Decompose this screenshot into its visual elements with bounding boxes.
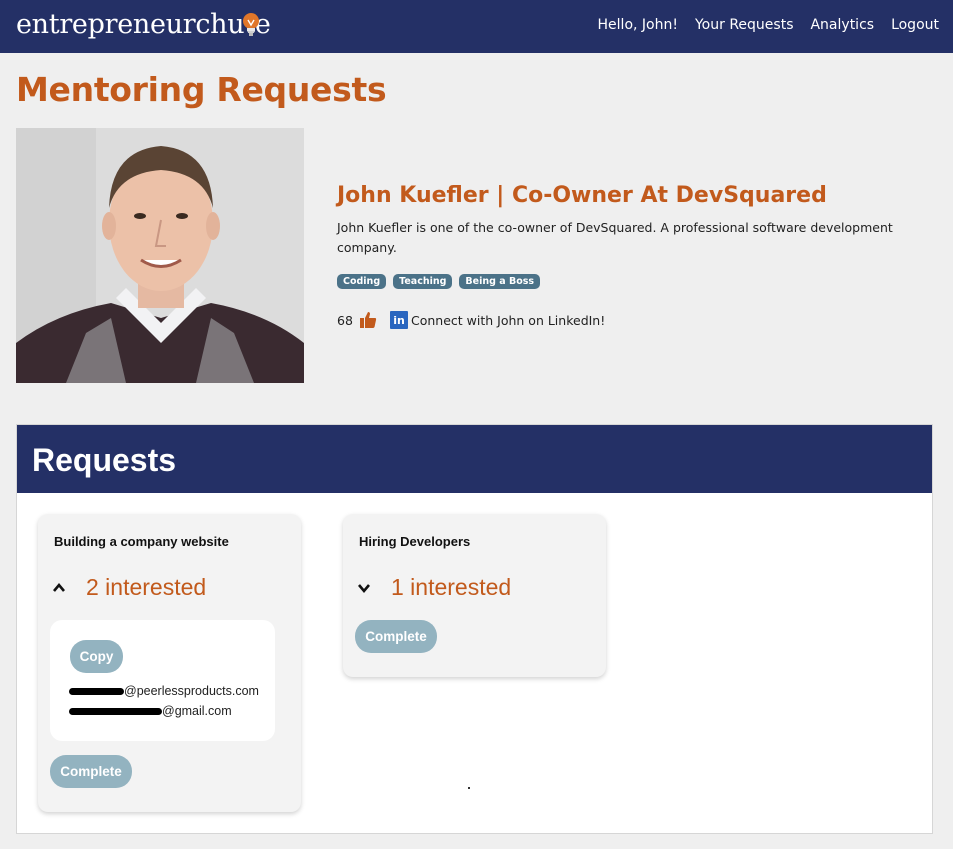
page-title: Mentoring Requests [16, 70, 387, 109]
request-title: Building a company website [54, 534, 229, 549]
interest-toggle[interactable]: 1 interested [357, 574, 511, 601]
chevron-down-icon[interactable] [357, 581, 371, 595]
profile-photo [16, 128, 304, 383]
redacted-text [69, 688, 124, 696]
brand-logo-text[interactable]: entrepreneurchute [16, 9, 271, 40]
email-item[interactable]: @peerlessproducts.com [69, 684, 259, 698]
like-count: 68 [337, 312, 353, 328]
complete-button[interactable]: Complete [50, 755, 132, 788]
interested-count: 1 interested [391, 574, 512, 600]
requests-title: Requests [32, 442, 177, 478]
requests-panel: Requests Building a company website 2 in… [16, 424, 933, 834]
email-domain: @gmail.com [162, 704, 232, 718]
email-domain: @peerlessproducts.com [124, 684, 259, 698]
complete-button[interactable]: Complete [355, 620, 437, 653]
navbar: entrepreneurchute Hello, John! Your Requ… [0, 0, 953, 53]
thumbs-up-icon[interactable] [359, 311, 377, 329]
redacted-text [69, 708, 162, 716]
linkedin-icon: in [390, 311, 408, 329]
nav-analytics[interactable]: Analytics [810, 17, 874, 33]
nav-hello-user[interactable]: Hello, John! [598, 17, 678, 33]
request-title: Hiring Developers [359, 534, 471, 549]
profile-description: John Kuefler is one of the co-owner of D… [337, 220, 893, 255]
likes: 68 [337, 311, 377, 329]
profile-name: John Kuefler | Co-Owner At DevSquared [337, 183, 827, 208]
request-card: Hiring Developers 1 interested Complete [343, 514, 606, 677]
tag-coding: Coding [337, 274, 387, 289]
nav-logout[interactable]: Logout [891, 17, 939, 33]
nav-your-requests[interactable]: Your Requests [695, 17, 794, 33]
copy-button[interactable]: Copy [70, 640, 123, 673]
profile-tags: Coding Teaching Being a Boss [337, 274, 541, 289]
chevron-up-icon[interactable] [52, 581, 66, 595]
interest-toggle[interactable]: 2 interested [52, 574, 206, 601]
tag-being-a-boss: Being a Boss [459, 274, 541, 289]
lightbulb-icon [243, 13, 259, 36]
email-list-box: Copy @peerlessproducts.com @gmail.com [50, 620, 275, 741]
linkedin-link[interactable]: in Connect with John on LinkedIn! [390, 311, 605, 329]
linkedin-text[interactable]: Connect with John on LinkedIn! [411, 313, 605, 328]
requests-header: Requests [17, 425, 932, 493]
tag-teaching: Teaching [393, 274, 453, 289]
stray-dot [468, 787, 470, 789]
email-item[interactable]: @gmail.com [69, 704, 232, 718]
interested-count: 2 interested [86, 574, 207, 600]
request-card: Building a company website 2 interested … [38, 514, 301, 812]
